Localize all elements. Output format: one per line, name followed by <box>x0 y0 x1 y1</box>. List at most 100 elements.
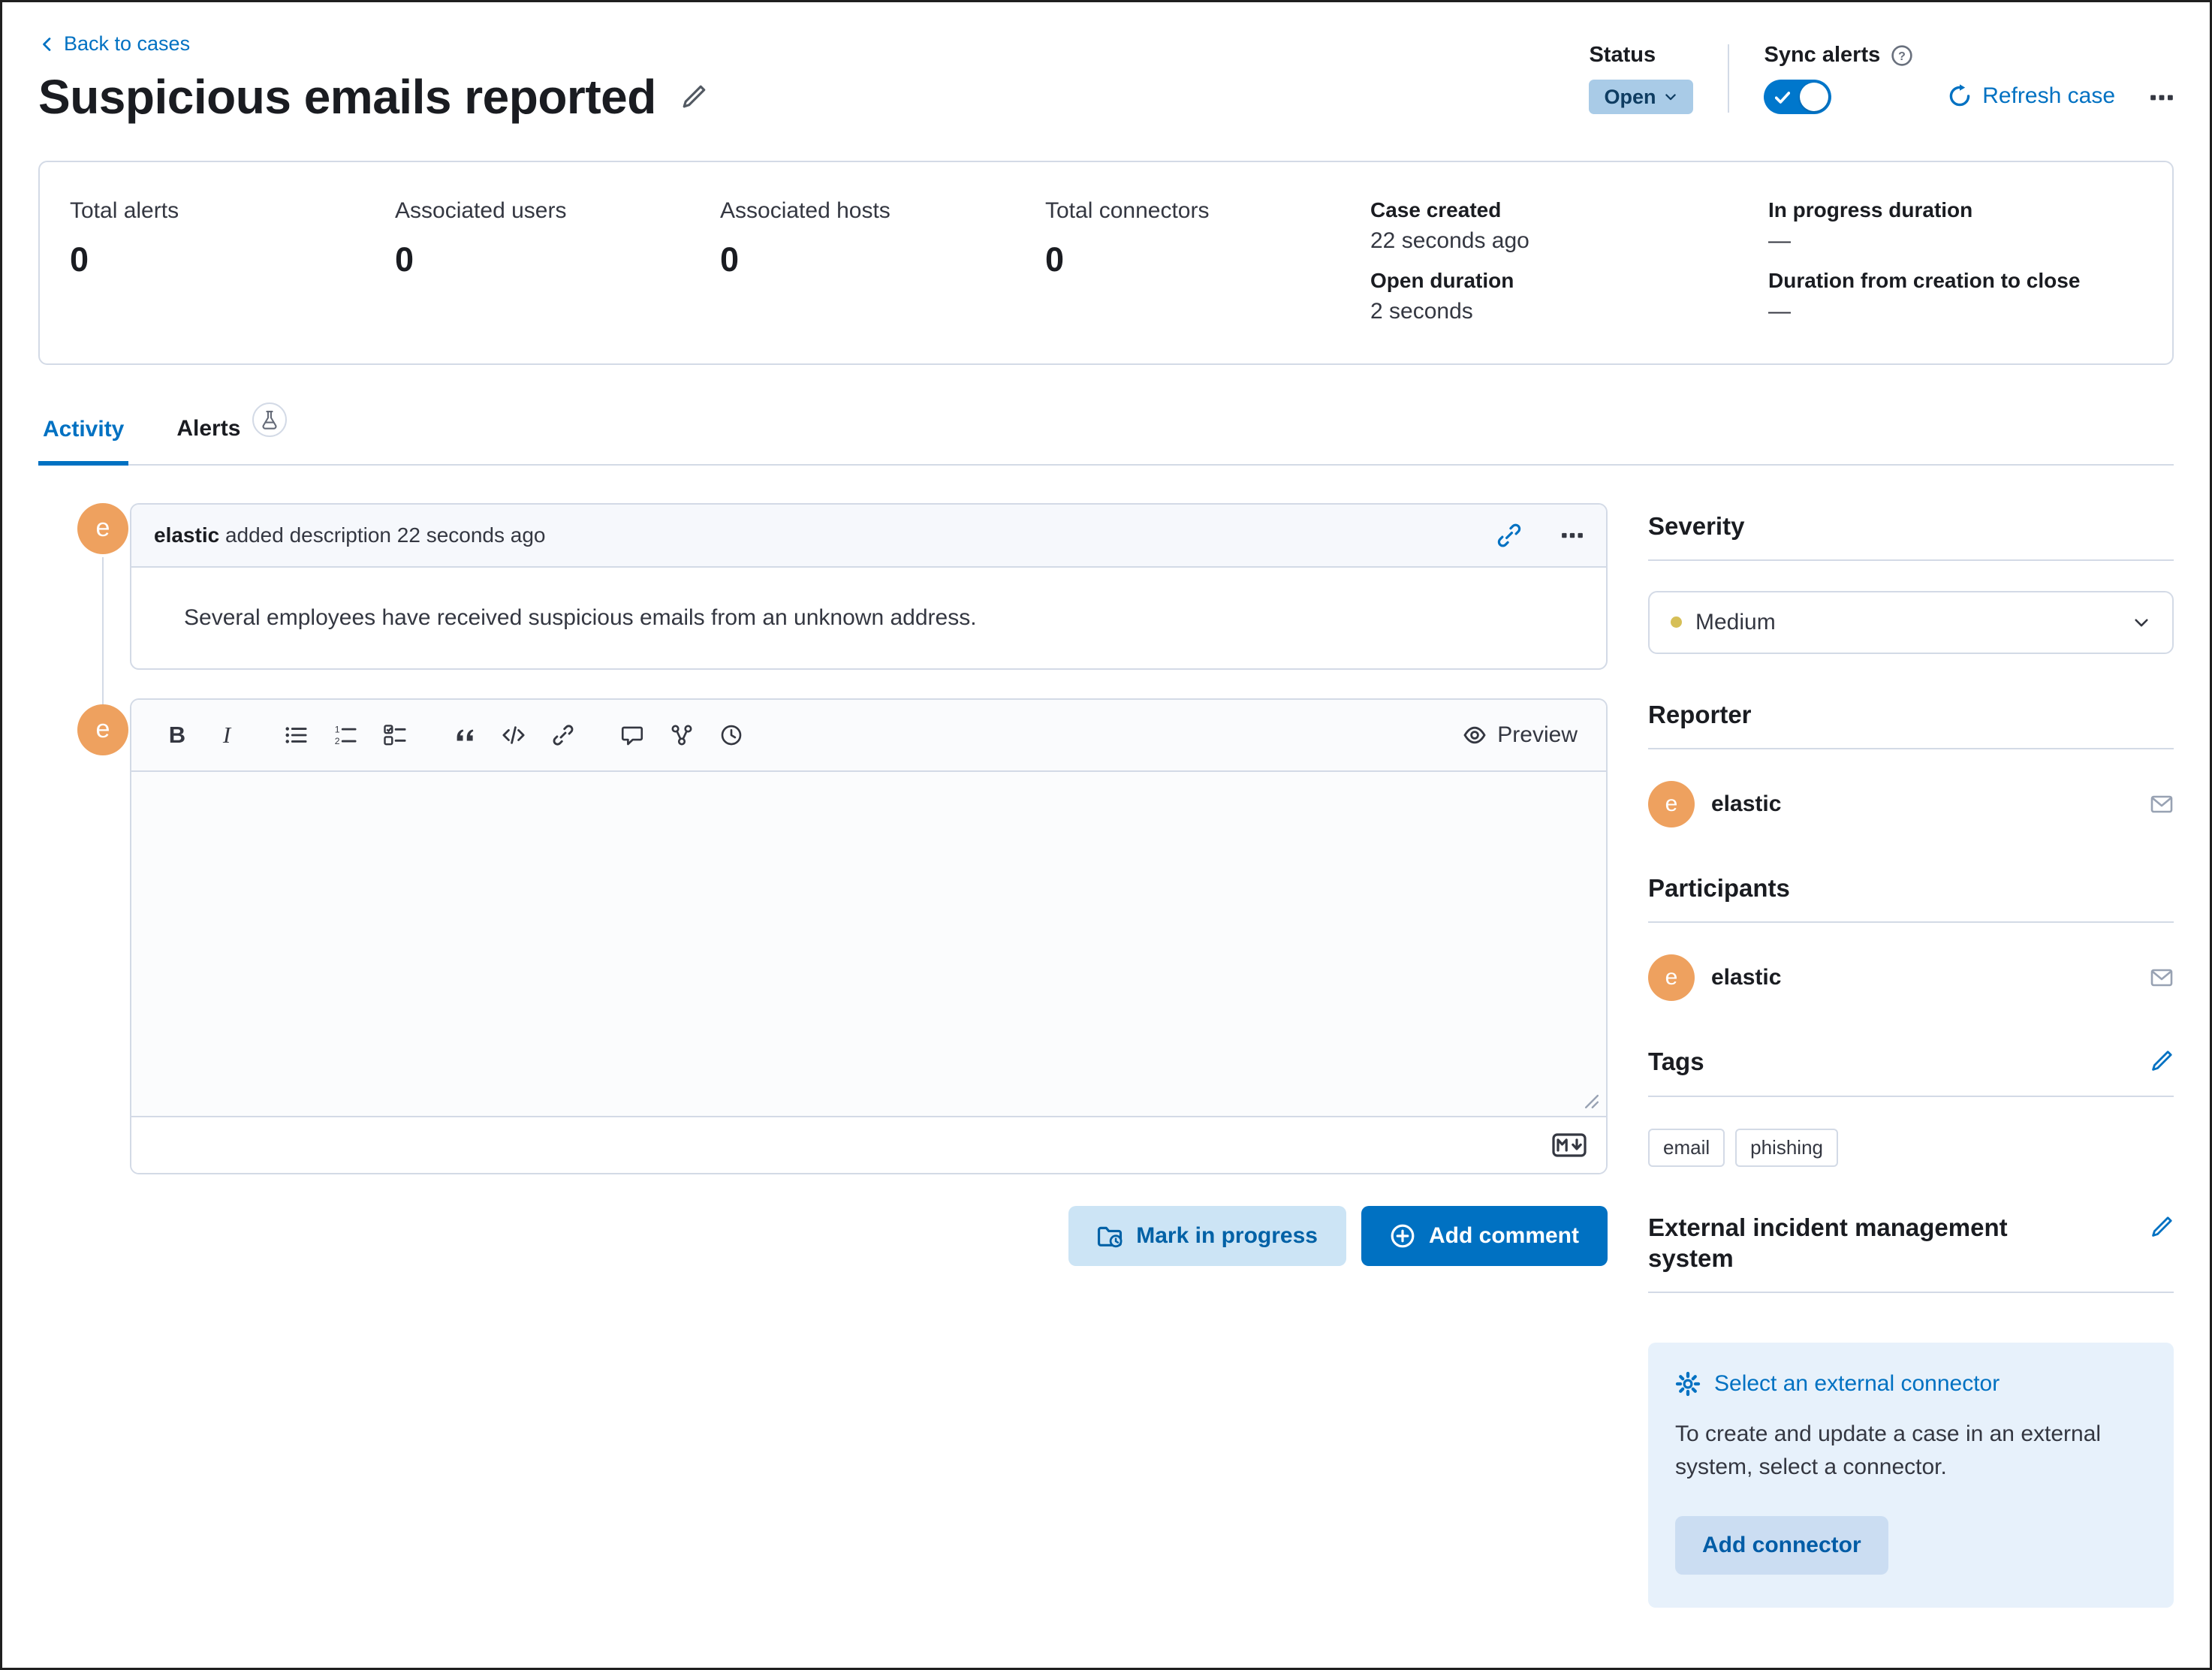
edit-title-button[interactable] <box>680 83 707 110</box>
meta-case-created: Case created 22 seconds ago <box>1370 198 1768 254</box>
meta-label: In progress duration <box>1768 198 2142 222</box>
resize-grip-icon[interactable] <box>1584 1093 1600 1110</box>
sync-alerts-text: Sync alerts <box>1764 43 1880 68</box>
toolbar-text-group: B I <box>155 713 249 757</box>
preview-button[interactable]: Preview <box>1458 722 1582 749</box>
code-button[interactable] <box>492 713 535 757</box>
toolbar-plugins-group <box>610 713 753 757</box>
comment-author: elastic <box>154 523 219 547</box>
status-dropdown[interactable]: Open <box>1589 80 1693 114</box>
tag-chip[interactable]: phishing <box>1735 1129 1838 1167</box>
tags-title: Tags <box>1648 1046 1704 1077</box>
connector-callout-panel: Select an external connector To create a… <box>1648 1343 2174 1608</box>
add-comment-button[interactable]: Add comment <box>1361 1206 1608 1266</box>
boxes-horizontal-icon <box>1561 524 1584 547</box>
chevron-down-icon <box>2132 613 2151 632</box>
meta-value: — <box>1768 299 2142 324</box>
pencil-icon <box>2150 1049 2174 1073</box>
case-dates-column: Case created 22 seconds ago Open duratio… <box>1370 198 1768 324</box>
header-left: Back to cases Suspicious emails reported <box>38 32 707 125</box>
divider <box>1648 559 2174 561</box>
comment-header-actions <box>1496 523 1584 548</box>
comment-time[interactable]: 22 seconds ago <box>397 523 546 547</box>
toggle-knob <box>1800 83 1828 111</box>
tag-chip[interactable]: email <box>1648 1129 1725 1167</box>
participant-user-row: e elastic <box>1648 954 2174 1001</box>
italic-button[interactable]: I <box>205 713 249 757</box>
edit-external-connector-button[interactable] <box>2150 1215 2174 1239</box>
folder-clock-icon <box>1097 1223 1123 1249</box>
refresh-case-button[interactable]: Refresh case <box>1948 77 2115 114</box>
avatar: e <box>1648 954 1695 1001</box>
sync-alerts-toggle[interactable] <box>1764 80 1831 114</box>
sync-alerts-label: Sync alerts ? <box>1764 43 1913 68</box>
add-connector-button[interactable]: Add connector <box>1675 1516 1888 1575</box>
stat-value: 0 <box>70 240 395 279</box>
task-list-button[interactable] <box>373 713 417 757</box>
email-participant-button[interactable] <box>2150 966 2174 990</box>
stat-value: 0 <box>1045 240 1370 279</box>
back-to-cases-link[interactable]: Back to cases <box>38 32 190 56</box>
speech-bubble-icon <box>621 724 643 746</box>
flask-icon <box>252 402 287 437</box>
sync-alerts-group: Sync alerts ? <box>1764 43 1913 114</box>
case-actions-menu-button[interactable] <box>2150 80 2174 114</box>
thread-connector-line <box>102 557 104 707</box>
mark-in-progress-button[interactable]: Mark in progress <box>1068 1206 1346 1266</box>
comment-actions-menu-button[interactable] <box>1561 524 1584 547</box>
external-system-title: External incident management system <box>1648 1212 2069 1274</box>
tab-alerts[interactable]: Alerts <box>172 411 291 464</box>
header-right: Status Open Sync alerts ? <box>1589 32 2174 114</box>
divider <box>1648 1292 2174 1293</box>
insert-clock-button[interactable] <box>710 713 753 757</box>
markdown-icon[interactable] <box>1552 1133 1587 1157</box>
severity-section: Severity Medium <box>1648 511 2174 654</box>
help-icon[interactable]: ? <box>1891 44 1913 67</box>
meta-label: Open duration <box>1370 269 1768 293</box>
stat-label: Associated hosts <box>720 198 1045 224</box>
boxes-horizontal-icon <box>2150 86 2174 110</box>
tab-activity-label: Activity <box>43 417 124 442</box>
select-external-connector-link[interactable]: Select an external connector <box>1675 1371 2000 1397</box>
meta-value: 22 seconds ago <box>1370 228 1768 254</box>
meta-label: Case created <box>1370 198 1768 222</box>
unordered-list-button[interactable] <box>274 713 318 757</box>
italic-icon: I <box>223 722 231 749</box>
toolbar-list-group: 12 <box>274 713 417 757</box>
envelope-icon <box>2150 966 2174 990</box>
bullet-list-icon <box>285 724 307 746</box>
insert-link-button[interactable] <box>541 713 585 757</box>
description-comment-card: elastic added description 22 seconds ago <box>130 503 1608 670</box>
stat-value: 0 <box>395 240 720 279</box>
stat-label: Total connectors <box>1045 198 1370 224</box>
toolbar-insert-group <box>442 713 585 757</box>
editor-footer <box>131 1116 1606 1173</box>
tags-section: Tags email phishing <box>1648 1046 2174 1166</box>
refresh-icon <box>1948 84 1972 108</box>
comment-action: added description <box>225 523 391 547</box>
tab-activity[interactable]: Activity <box>38 411 128 466</box>
stat-label: Total alerts <box>70 198 395 224</box>
reporter-name: elastic <box>1711 791 1781 817</box>
stat-associated-users: Associated users 0 <box>395 198 720 324</box>
comment-editor: B I 12 <box>130 698 1608 1174</box>
insert-comment-button[interactable] <box>610 713 654 757</box>
svg-text:2: 2 <box>335 736 340 746</box>
editor-toolbar: B I 12 <box>131 700 1606 772</box>
meta-duration-to-close: Duration from creation to close — <box>1768 269 2142 324</box>
comment-textarea[interactable] <box>131 772 1606 1116</box>
ordered-list-button[interactable]: 12 <box>324 713 367 757</box>
quote-button[interactable] <box>442 713 486 757</box>
participants-title: Participants <box>1648 873 1790 903</box>
insert-visualization-button[interactable] <box>660 713 704 757</box>
chain-link-icon <box>552 724 574 746</box>
copy-link-button[interactable] <box>1496 523 1522 548</box>
email-reporter-button[interactable] <box>2150 792 2174 816</box>
select-external-connector-label: Select an external connector <box>1714 1371 2000 1397</box>
severity-dot-icon <box>1671 616 1682 628</box>
edit-tags-button[interactable] <box>2150 1049 2174 1073</box>
meta-value: 2 seconds <box>1370 299 1768 324</box>
severity-select[interactable]: Medium <box>1648 591 2174 654</box>
case-content: e e elastic added description 22 seconds… <box>38 503 2174 1670</box>
bold-button[interactable]: B <box>155 713 199 757</box>
